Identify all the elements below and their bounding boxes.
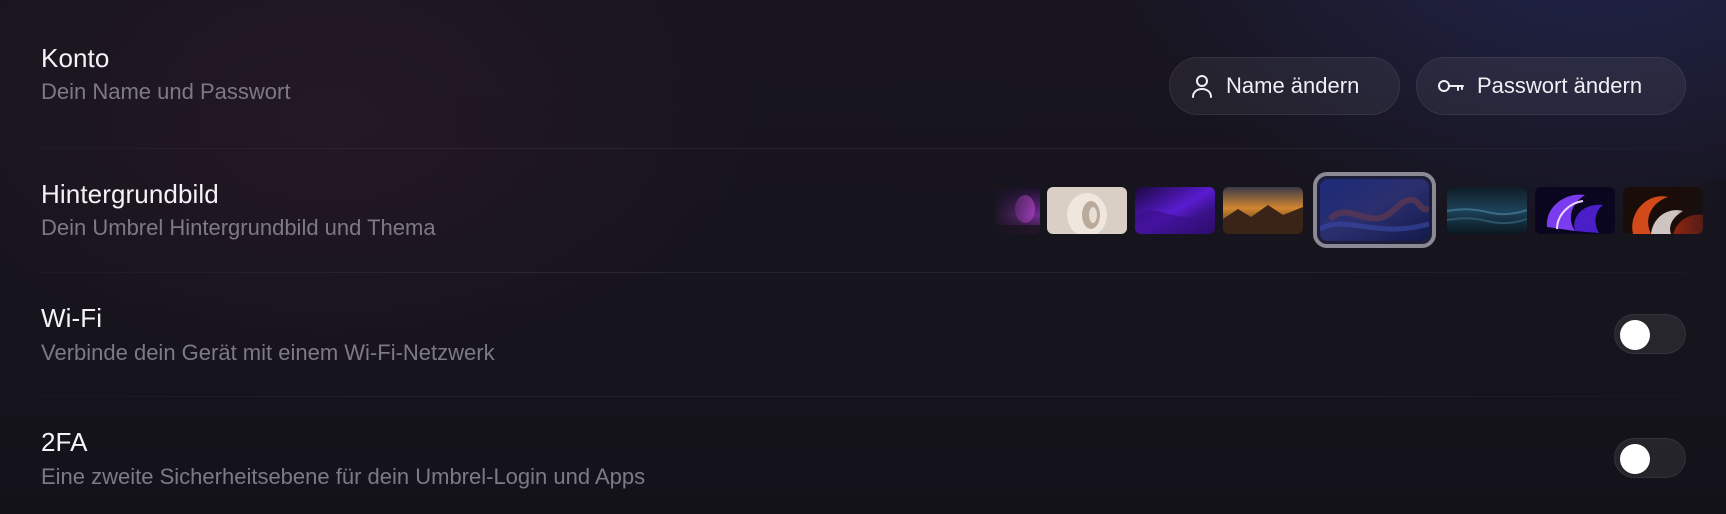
twofa-section: 2FA Eine zweite Sicherheitsebene für dei… <box>0 0 1726 514</box>
twofa-description: Eine zweite Sicherheitsebene für dein Um… <box>41 464 646 489</box>
twofa-toggle[interactable] <box>1614 438 1686 478</box>
twofa-title: 2FA <box>41 427 88 457</box>
toggle-knob <box>1620 444 1650 474</box>
